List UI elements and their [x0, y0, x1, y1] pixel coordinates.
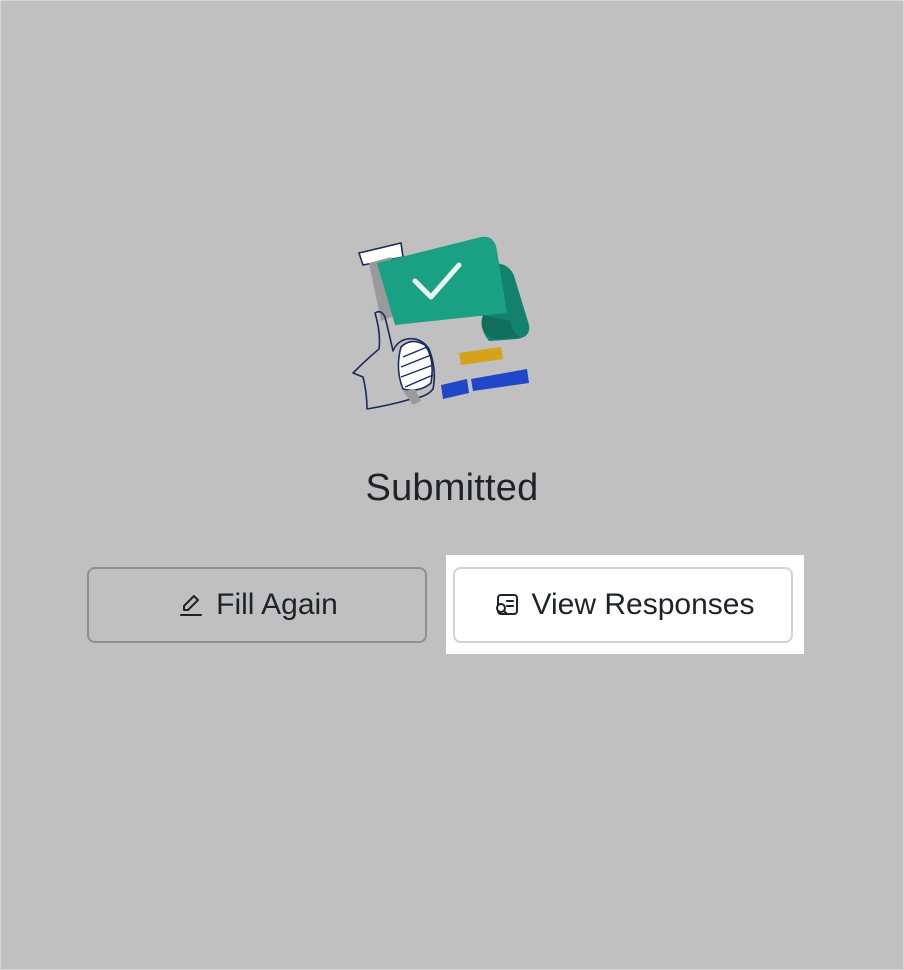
view-responses-label: View Responses — [531, 588, 755, 621]
page-title: Submitted — [365, 467, 539, 509]
submission-screen: Submitted Fill Again View Responses — [0, 0, 904, 970]
fill-again-button[interactable]: Fill Again — [87, 567, 427, 643]
fill-again-label: Fill Again — [216, 588, 338, 621]
view-responses-button[interactable]: View Responses — [453, 567, 793, 643]
submitted-illustration — [341, 229, 541, 419]
pencil-edit-icon — [176, 590, 206, 620]
search-document-icon — [492, 590, 522, 620]
submitted-checkmark-illustration — [352, 236, 530, 410]
